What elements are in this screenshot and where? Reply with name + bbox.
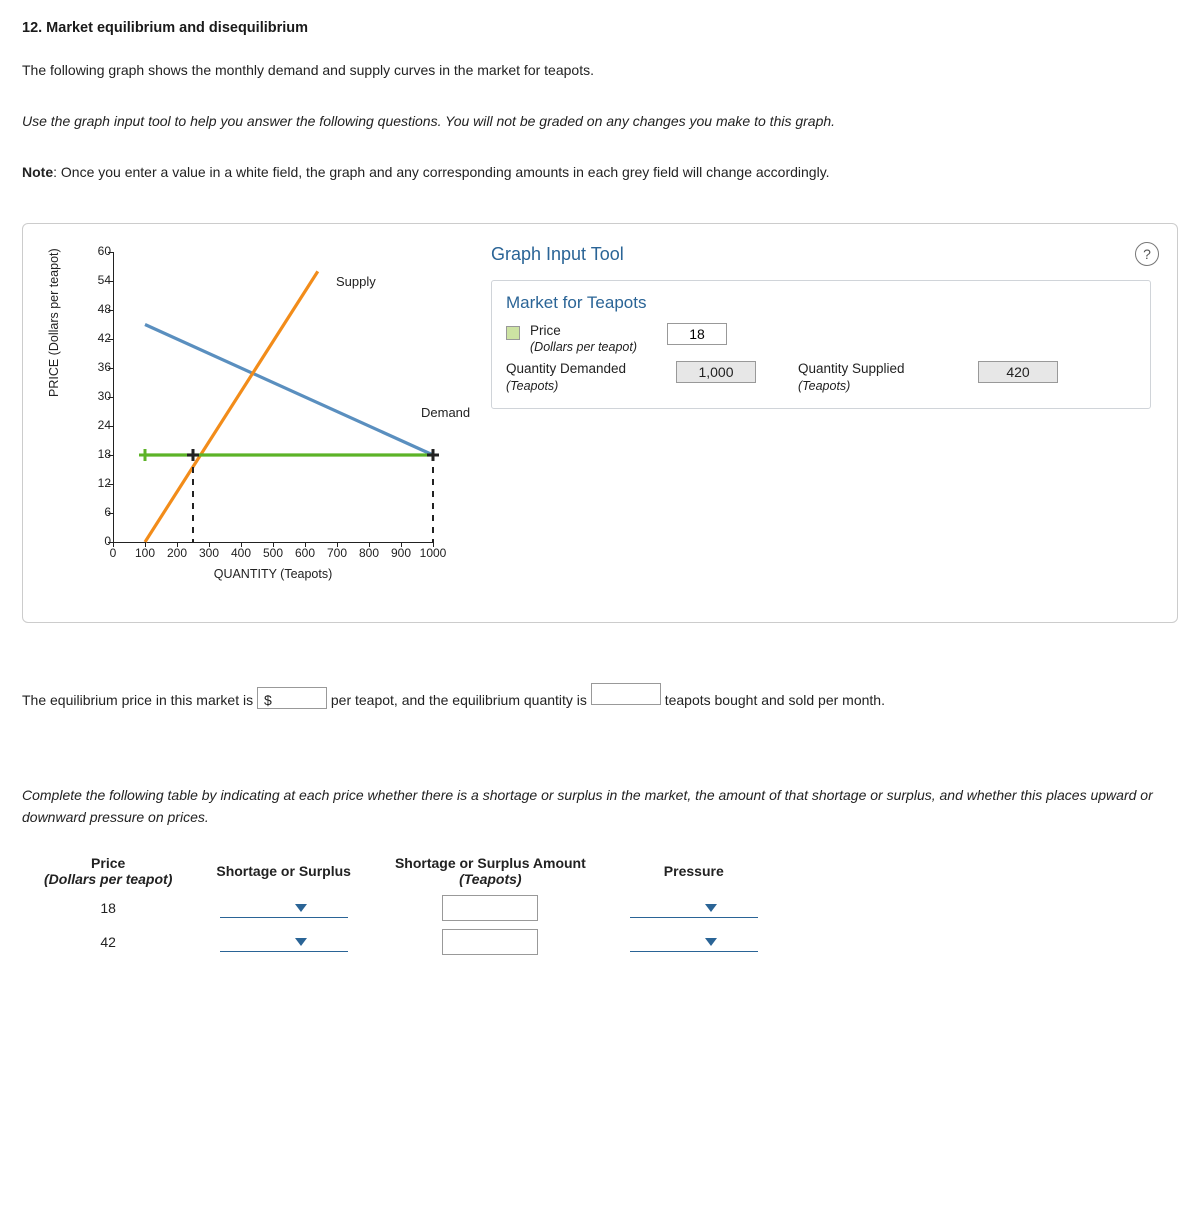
y-tick-label: 18 [81,447,111,461]
col-amount: Shortage or Surplus Amount (Teapots) [373,851,608,891]
y-axis-label: PRICE (Dollars per teapot) [47,248,61,397]
shortage-surplus-dropdown[interactable] [220,897,348,918]
y-tick-label: 48 [81,302,111,316]
x-tick-label: 700 [320,546,354,560]
y-tick-label: 36 [81,360,111,374]
shortage-surplus-table: Price (Dollars per teapot) Shortage or S… [22,851,780,959]
col-shortage-surplus: Shortage or Surplus [194,851,373,891]
y-tick-label: 42 [81,331,111,345]
price-cell: 42 [22,925,194,959]
pressure-dropdown[interactable] [630,897,758,918]
amount-input[interactable] [442,929,538,955]
graph-input-tool: Graph Input Tool ? Market for Teapots Pr… [491,242,1159,409]
col-pressure: Pressure [608,851,780,891]
supply-series-label: Supply [336,274,376,289]
price-cell: 18 [22,891,194,925]
x-tick-label: 300 [192,546,226,560]
x-tick-label: 600 [288,546,322,560]
x-tick-label: 0 [96,546,130,560]
y-tick-label: 12 [81,476,111,490]
chart[interactable]: PRICE (Dollars per teapot) QUANTITY (Tea… [41,242,471,612]
equilibrium-sentence: The equilibrium price in this market is … [22,683,1178,713]
eq-price-input[interactable]: $ [257,687,327,709]
x-tick-label: 900 [384,546,418,560]
table-row: 18 [22,891,780,925]
col-price: Price (Dollars per teapot) [22,851,194,891]
amount-input[interactable] [442,895,538,921]
price-legend-swatch [506,326,520,340]
git-title: Graph Input Tool [491,244,624,265]
eq-qty-input[interactable] [591,683,661,705]
qs-output: 420 [978,361,1058,383]
x-tick-label: 1000 [416,546,450,560]
y-tick-label: 60 [81,244,111,258]
table-instructions: Complete the following table by indicati… [22,785,1178,828]
note-text: Note: Once you enter a value in a white … [22,162,1178,183]
table-row: 42 [22,925,780,959]
qd-output: 1,000 [676,361,756,383]
help-icon[interactable]: ? [1135,242,1159,266]
x-tick-label: 800 [352,546,386,560]
shortage-surplus-dropdown[interactable] [220,931,348,952]
chevron-down-icon [295,938,307,946]
qd-label-block: Quantity Demanded (Teapots) [506,361,626,393]
x-tick-label: 100 [128,546,162,560]
x-tick-label: 400 [224,546,258,560]
y-tick-label: 30 [81,389,111,403]
chevron-down-icon [705,938,717,946]
price-input[interactable] [667,323,727,345]
qs-label-block: Quantity Supplied (Teapots) [798,361,905,393]
demand-series-label: Demand [421,405,470,420]
price-label-block: Price (Dollars per teapot) [530,323,637,355]
git-subtitle: Market for Teapots [506,293,1136,313]
pressure-dropdown[interactable] [630,931,758,952]
graph-panel: PRICE (Dollars per teapot) QUANTITY (Tea… [22,223,1178,623]
y-tick-label: 6 [81,505,111,519]
question-title: 12. Market equilibrium and disequilibriu… [22,20,1178,36]
x-tick-label: 500 [256,546,290,560]
intro-text: The following graph shows the monthly de… [22,60,1178,81]
y-tick-label: 24 [81,418,111,432]
chart-svg[interactable] [113,252,433,542]
chevron-down-icon [705,904,717,912]
x-axis-label: QUANTITY (Teapots) [113,567,433,581]
instruction-text: Use the graph input tool to help you ans… [22,113,835,129]
x-tick-label: 200 [160,546,194,560]
y-tick-label: 54 [81,273,111,287]
chevron-down-icon [295,904,307,912]
